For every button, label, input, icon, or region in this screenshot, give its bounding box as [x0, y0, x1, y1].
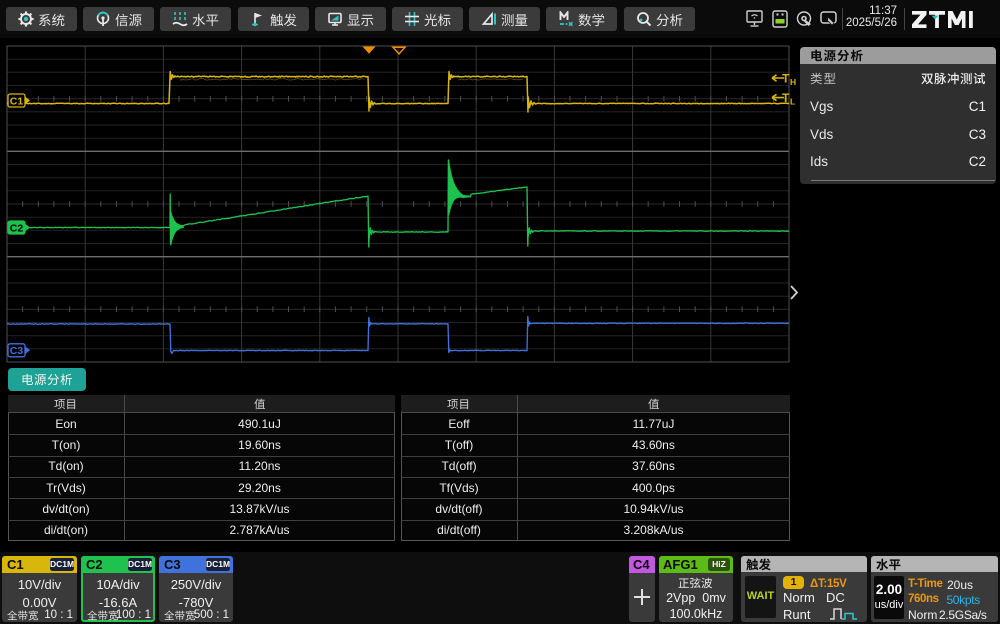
svg-text:C1: C1	[10, 95, 24, 107]
svg-text:T: T	[782, 91, 790, 105]
svg-text:H: H	[790, 77, 796, 87]
svg-text:C2: C2	[10, 222, 24, 234]
svg-text:L: L	[790, 97, 795, 107]
svg-text:C3: C3	[10, 345, 24, 357]
svg-text:T: T	[782, 72, 790, 86]
